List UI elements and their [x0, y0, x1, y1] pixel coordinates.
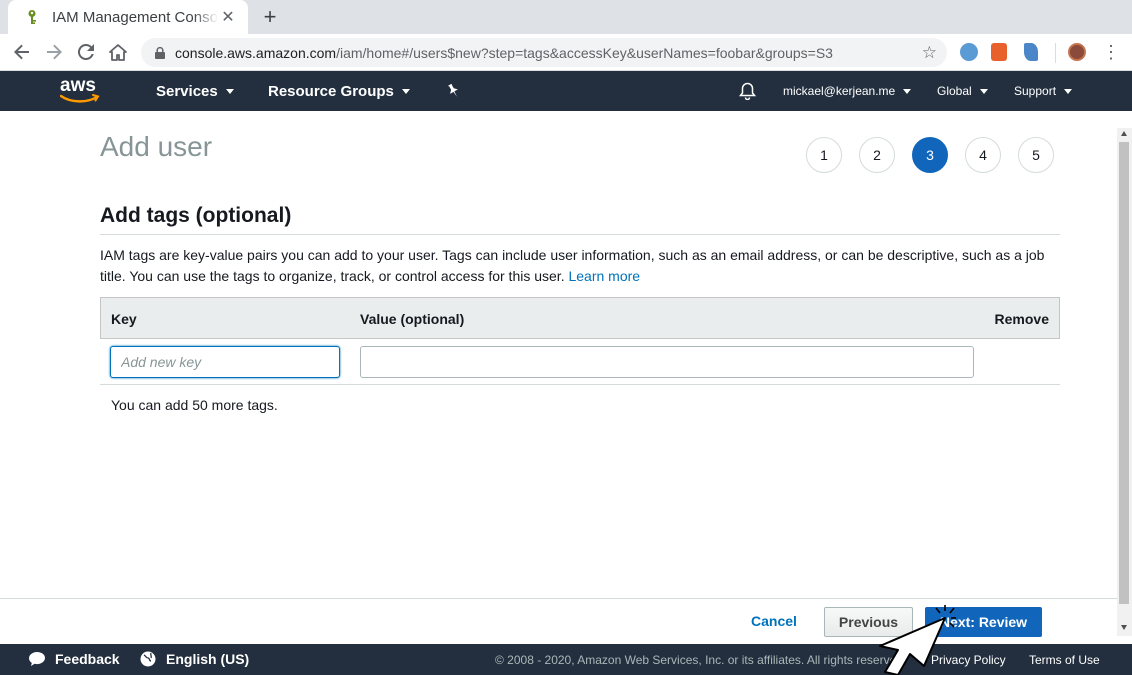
- address-bar[interactable]: console.aws.amazon.com/iam/home#/users$n…: [141, 38, 947, 67]
- wizard-step[interactable]: 2: [859, 137, 895, 173]
- section-title: Add tags (optional): [100, 204, 292, 227]
- learn-more-link[interactable]: Learn more: [568, 268, 640, 284]
- terms-of-use-link[interactable]: Terms of Use: [1029, 653, 1100, 667]
- remaining-tags-text: You can add 50 more tags.: [111, 397, 278, 413]
- new-tab-plus-icon[interactable]: +: [258, 4, 282, 29]
- aws-logo[interactable]: aws: [60, 75, 102, 105]
- tags-table-header: Key Value (optional) Remove: [100, 297, 1060, 339]
- speech-bubble-icon: [29, 652, 45, 666]
- chevron-down-icon: [1064, 88, 1073, 94]
- scrollbar-thumb[interactable]: [1119, 142, 1129, 604]
- region-menu[interactable]: Global: [937, 71, 988, 111]
- privacy-policy-link[interactable]: Privacy Policy: [931, 653, 1006, 667]
- url-path: /iam/home#/users$new?step=tags&accessKey…: [336, 44, 833, 61]
- close-tab-icon[interactable]: ✕: [218, 7, 238, 27]
- chevron-down-icon: [401, 88, 410, 94]
- url-text: console.aws.amazon.com/iam/home#/users$n…: [175, 45, 833, 61]
- url-host: console.aws.amazon.com: [175, 44, 337, 61]
- lock-icon: [153, 46, 167, 60]
- value-column-header: Value (optional): [360, 311, 465, 327]
- chevron-down-icon: [225, 88, 234, 94]
- extension-lock-icon[interactable]: [991, 43, 1007, 61]
- services-label: Services: [156, 82, 218, 100]
- aws-smile-icon: [60, 94, 100, 103]
- language-label: English (US): [166, 651, 250, 667]
- reload-icon[interactable]: [74, 40, 98, 64]
- browser-tab[interactable]: IAM Management Console ✕: [8, 0, 248, 34]
- pin-icon[interactable]: [446, 71, 460, 111]
- wizard-step[interactable]: 5: [1018, 137, 1054, 173]
- tag-value-input[interactable]: [360, 346, 974, 378]
- toolbar-separator: [1055, 43, 1056, 63]
- copyright-text: © 2008 - 2020, Amazon Web Services, Inc.…: [495, 653, 907, 667]
- home-icon[interactable]: [106, 40, 130, 64]
- tag-key-input[interactable]: [110, 346, 340, 378]
- aws-navbar: aws Services Resource Groups mickael@ker…: [0, 71, 1132, 111]
- browser-tab-title: IAM Management Console: [52, 8, 218, 26]
- tags-description: IAM tags are key-value pairs you can add…: [100, 245, 1060, 287]
- scroll-down-arrow-icon[interactable]: [1121, 625, 1127, 630]
- page-scrollbar[interactable]: [1117, 128, 1132, 636]
- cancel-button[interactable]: Cancel: [751, 613, 797, 629]
- remove-column-header: Remove: [994, 311, 1049, 327]
- feedback-label: Feedback: [55, 651, 120, 667]
- iam-key-icon: [24, 9, 40, 25]
- region-label: Global: [937, 84, 972, 98]
- chevron-down-icon: [903, 88, 912, 94]
- bookmark-star-icon[interactable]: ☆: [922, 44, 937, 61]
- language-selector[interactable]: English (US): [140, 651, 249, 667]
- aws-logo-text: aws: [60, 75, 96, 96]
- page-title: Add user: [100, 131, 213, 162]
- wizard-step[interactable]: 4: [965, 137, 1001, 173]
- next-review-button[interactable]: Next: Review: [925, 607, 1042, 637]
- support-label: Support: [1014, 84, 1057, 98]
- tags-table: Key Value (optional) Remove: [100, 297, 1060, 385]
- resource-groups-menu[interactable]: Resource Groups: [268, 71, 410, 111]
- services-menu[interactable]: Services: [156, 71, 234, 111]
- section-divider: [100, 234, 1060, 235]
- account-label: mickael@kerjean.me: [783, 84, 896, 98]
- previous-button[interactable]: Previous: [824, 607, 913, 637]
- profile-avatar[interactable]: [1068, 43, 1086, 61]
- browser-tab-strip: IAM Management Console ✕ +: [0, 0, 1132, 34]
- wizard-step[interactable]: 1: [806, 137, 842, 173]
- account-menu[interactable]: mickael@kerjean.me: [783, 71, 912, 111]
- support-menu[interactable]: Support: [1014, 71, 1073, 111]
- scroll-up-arrow-icon[interactable]: [1121, 131, 1127, 136]
- resource-groups-label: Resource Groups: [268, 82, 394, 100]
- key-column-header: Key: [111, 311, 137, 327]
- forward-arrow-icon[interactable]: [42, 40, 66, 64]
- browser-menu-icon[interactable]: ⋮: [1102, 42, 1120, 62]
- wizard-steps: 1 2 3 4 5: [806, 137, 1054, 173]
- console-footer: Feedback English (US) © 2008 - 2020, Ama…: [0, 644, 1132, 675]
- table-row: [100, 339, 1060, 385]
- main-content: Add user 1 2 3 4 5 Add tags (optional) I…: [0, 111, 1117, 598]
- extension-icon[interactable]: [960, 43, 978, 61]
- wizard-action-bar: Cancel Previous Next: Review: [0, 598, 1117, 644]
- chevron-down-icon: [979, 88, 988, 94]
- globe-icon: [140, 651, 156, 667]
- browser-toolbar: console.aws.amazon.com/iam/home#/users$n…: [0, 34, 1132, 71]
- wizard-step-active[interactable]: 3: [912, 137, 948, 173]
- notifications-bell-icon[interactable]: [739, 71, 756, 111]
- extension-feather-icon[interactable]: [1024, 43, 1038, 61]
- feedback-button[interactable]: Feedback: [28, 651, 120, 667]
- back-arrow-icon[interactable]: [10, 40, 34, 64]
